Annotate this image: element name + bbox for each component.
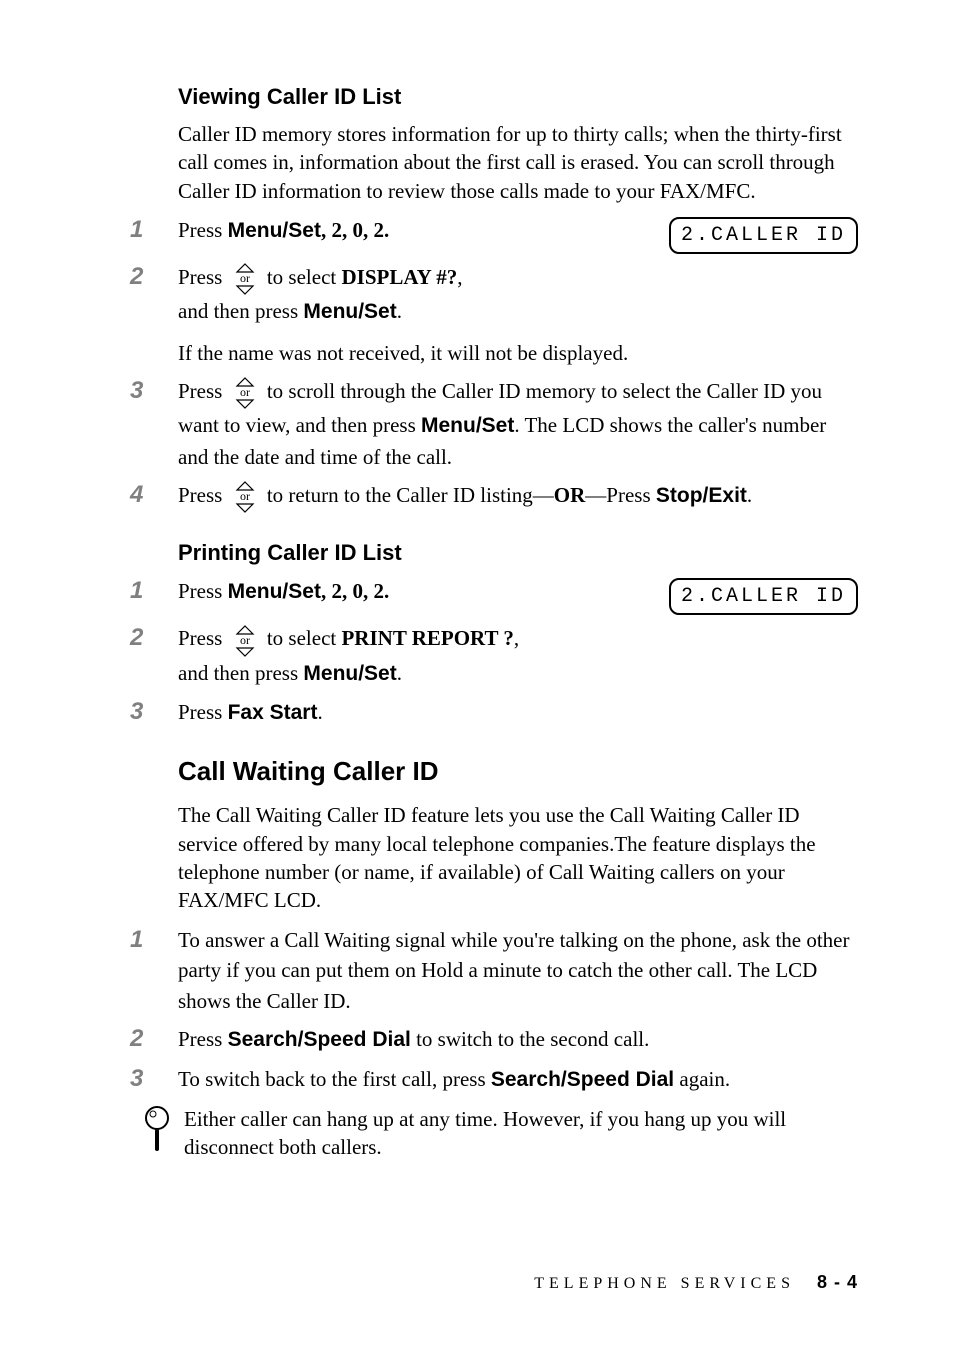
- print-step-3: 3 Press Fax Start.: [130, 697, 858, 728]
- cw-step-3: 3 To switch back to the first call, pres…: [130, 1064, 858, 1095]
- text: and then press: [178, 299, 303, 323]
- up-down-or-icon: [230, 376, 260, 410]
- text: again.: [674, 1067, 730, 1091]
- step-number: 1: [130, 576, 178, 604]
- step-number: 3: [130, 376, 178, 404]
- text: Press: [178, 483, 228, 507]
- text: To answer a Call Waiting signal while yo…: [178, 925, 858, 1016]
- text: .: [397, 299, 402, 323]
- menu-set-label: Menu/Set: [303, 662, 396, 685]
- text: Press: [178, 379, 228, 403]
- text: Press: [178, 579, 228, 603]
- text: Press: [178, 218, 228, 242]
- key-sequence: , 2, 0, 2.: [321, 579, 389, 603]
- or-label: OR: [554, 483, 586, 507]
- step-number: 1: [130, 215, 178, 243]
- text: Press: [178, 1027, 228, 1051]
- up-down-or-icon: [230, 480, 260, 514]
- text: —Press: [585, 483, 656, 507]
- step-4: 4 Press to return to the Caller ID listi…: [130, 480, 858, 514]
- step-number: 3: [130, 1064, 178, 1092]
- text: to select: [262, 265, 342, 289]
- step-2: 2 Press to select DISPLAY #?, and then p…: [130, 262, 858, 368]
- step-number: 3: [130, 697, 178, 725]
- text: .: [747, 483, 752, 507]
- footer-section-label: TELEPHONE SERVICES: [534, 1275, 795, 1292]
- page: Viewing Caller ID List Caller ID memory …: [0, 0, 954, 1353]
- search-speed-dial-label: Search/Speed Dial: [228, 1028, 411, 1051]
- step-number: 2: [130, 623, 178, 651]
- lcd-display: 2.CALLER ID: [669, 578, 858, 615]
- text: ,: [514, 626, 519, 650]
- call-waiting-intro: The Call Waiting Caller ID feature lets …: [178, 801, 858, 914]
- stop-exit-label: Stop/Exit: [656, 484, 747, 507]
- intro-paragraph: Caller ID memory stores information for …: [178, 120, 858, 205]
- cw-step-1: 1 To answer a Call Waiting signal while …: [130, 925, 858, 1016]
- step-3: 3 Press to scroll through the Caller ID …: [130, 376, 858, 472]
- lcd-display: 2.CALLER ID: [669, 217, 858, 254]
- step-number: 4: [130, 480, 178, 508]
- display-no-label: DISPLAY #?: [341, 265, 457, 289]
- step-1: 1 Press Menu/Set, 2, 0, 2. 2.CALLER ID: [130, 215, 858, 254]
- menu-set-label: Menu/Set: [421, 414, 514, 437]
- text: To switch back to the first call, press: [178, 1067, 491, 1091]
- cw-step-2: 2 Press Search/Speed Dial to switch to t…: [130, 1024, 858, 1055]
- print-report-label: PRINT REPORT ?: [341, 626, 513, 650]
- tip-icon: [140, 1105, 174, 1155]
- menu-set-label: Menu/Set: [228, 580, 321, 603]
- menu-set-label: Menu/Set: [303, 300, 396, 323]
- text: ,: [457, 265, 462, 289]
- text: to select: [262, 626, 342, 650]
- search-speed-dial-label: Search/Speed Dial: [491, 1068, 674, 1091]
- print-step-2: 2 Press to select PRINT REPORT ?, and th…: [130, 623, 858, 689]
- text: to switch to the second call.: [411, 1027, 650, 1051]
- heading-call-waiting: Call Waiting Caller ID: [178, 756, 858, 787]
- text: Press: [178, 626, 228, 650]
- note-text: If the name was not received, it will no…: [178, 338, 858, 368]
- tip-text: Either caller can hang up at any time. H…: [184, 1105, 858, 1162]
- footer-page-number: 8 - 4: [817, 1272, 858, 1292]
- text: and then press: [178, 661, 303, 685]
- fax-start-label: Fax Start: [228, 701, 318, 724]
- heading-printing-caller-id: Printing Caller ID List: [178, 540, 858, 566]
- text: Press: [178, 265, 228, 289]
- key-sequence: , 2, 0, 2.: [321, 218, 389, 242]
- page-footer: TELEPHONE SERVICES 8 - 4: [130, 1272, 858, 1293]
- text: Press: [178, 700, 228, 724]
- print-step-1: 1 Press Menu/Set, 2, 0, 2. 2.CALLER ID: [130, 576, 858, 615]
- step-number: 2: [130, 1024, 178, 1052]
- up-down-or-icon: [230, 262, 260, 296]
- menu-set-label: Menu/Set: [228, 219, 321, 242]
- heading-viewing-caller-id: Viewing Caller ID List: [178, 84, 858, 110]
- text: to return to the Caller ID listing—: [262, 483, 554, 507]
- text: .: [397, 661, 402, 685]
- text: .: [317, 700, 322, 724]
- step-number: 2: [130, 262, 178, 290]
- tip-note: Either caller can hang up at any time. H…: [140, 1105, 858, 1162]
- up-down-or-icon: [230, 624, 260, 658]
- step-number: 1: [130, 925, 178, 953]
